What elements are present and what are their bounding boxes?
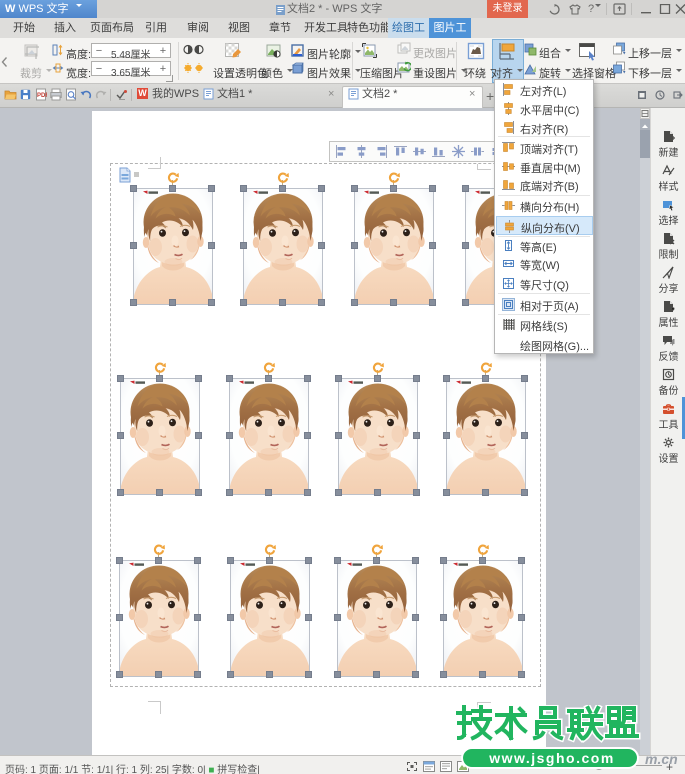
svg-text:www.jsgho.com: www.jsgho.com bbox=[488, 750, 615, 766]
svg-text:m.cn: m.cn bbox=[645, 751, 678, 767]
svg-text:PDF: PDF bbox=[37, 93, 47, 99]
